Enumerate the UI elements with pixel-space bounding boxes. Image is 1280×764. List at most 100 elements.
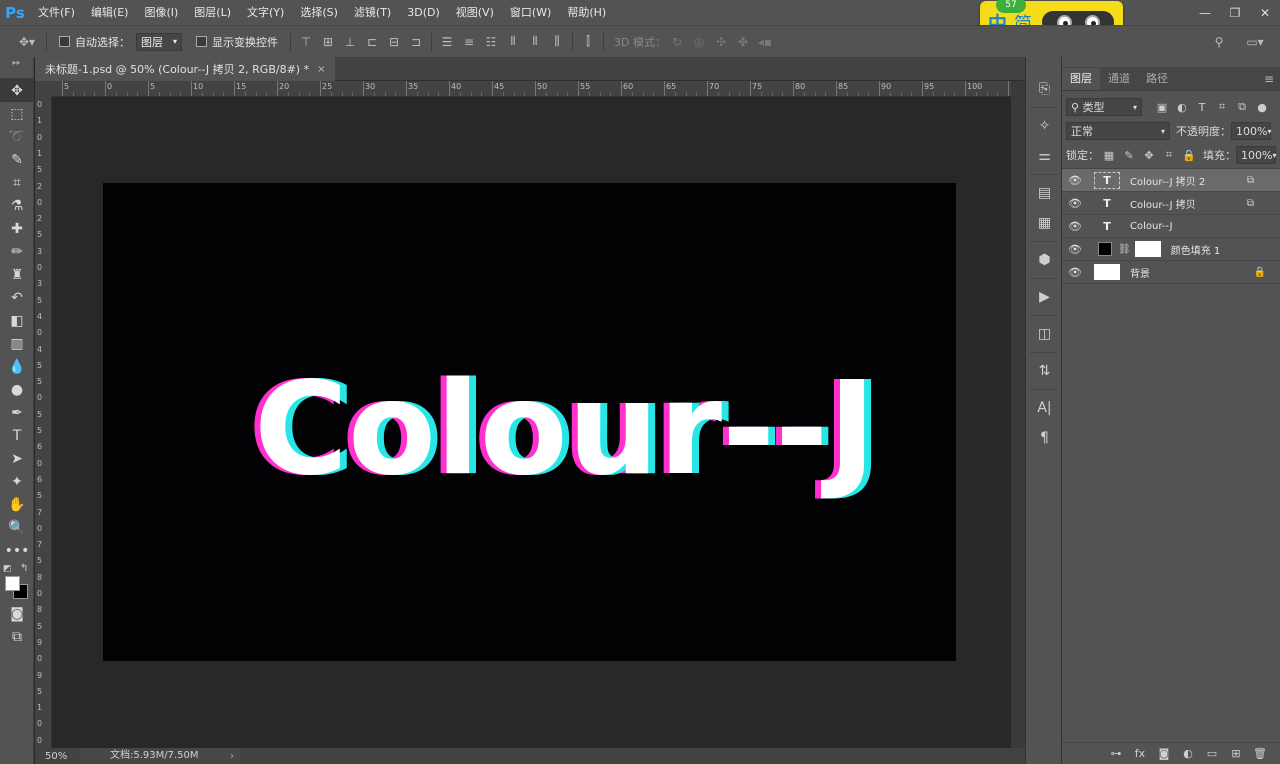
layer-row[interactable]: 👁 背景 🔒 <box>1062 261 1280 284</box>
move-tool-icon[interactable]: ✥ <box>0 79 34 102</box>
minimize-button[interactable]: — <box>1190 0 1220 25</box>
layer-name[interactable]: 背景 <box>1130 265 1150 280</box>
vertical-ruler[interactable]: 0 1 0 1 5 2 0 2 5 3 0 3 5 4 0 4 5 5 0 5 5 6 0 6 5 7 0 7 5 8 0 8 5 9 0 9 5 1 0 0 <box>35 97 52 748</box>
distribute-left-icon[interactable]: ⫴ <box>502 32 524 52</box>
auto-align-icon[interactable]: ⫿ <box>577 32 599 52</box>
gradient-tool-icon[interactable]: ▥ <box>0 332 34 355</box>
adjustment-icon[interactable]: ◐ <box>1176 747 1200 760</box>
panel-menu-icon[interactable]: ≡ <box>1264 72 1274 86</box>
3d-drag-icon[interactable]: ✣ <box>710 32 732 52</box>
eyedropper-tool-icon[interactable]: ⚗ <box>0 194 34 217</box>
visibility-eye-icon[interactable]: 👁 <box>1062 220 1088 233</box>
menu-layer[interactable]: 图层(L) <box>186 0 239 25</box>
layer-name[interactable]: Colour--J <box>1130 221 1173 232</box>
fx-icon[interactable]: fx <box>1128 747 1152 760</box>
auto-select-checkbox[interactable] <box>59 36 70 47</box>
visibility-eye-icon[interactable]: 👁 <box>1062 197 1088 210</box>
type-tool-icon[interactable]: T <box>0 424 34 447</box>
distribute-hcenter-icon[interactable]: ⦀ <box>524 32 546 52</box>
layer-row[interactable]: 👁 ⛓ 颜色填充 1 <box>1062 238 1280 261</box>
fill-field[interactable]: 100% ▾ <box>1236 146 1276 164</box>
history-panel-icon[interactable]: ⎘ <box>1026 77 1063 101</box>
menu-type[interactable]: 文字(Y) <box>239 0 292 25</box>
zoom-tool-icon[interactable]: 🔍 <box>0 516 34 539</box>
swap-colors-icon[interactable]: ↰ <box>20 563 28 574</box>
brush-tool-icon[interactable]: ✏ <box>0 240 34 263</box>
pen-tool-icon[interactable]: ✒ <box>0 401 34 424</box>
visibility-eye-icon[interactable]: 👁 <box>1062 266 1088 279</box>
filter-smart-object-icon[interactable]: ⧉ <box>1232 98 1252 116</box>
menu-image[interactable]: 图像(I) <box>136 0 186 25</box>
brush-settings-icon[interactable]: ✧ <box>1026 114 1063 138</box>
layer-name[interactable]: Colour--J 拷贝 2 <box>1130 173 1205 188</box>
menu-window[interactable]: 窗口(W) <box>502 0 559 25</box>
align-right-icon[interactable]: ⊐ <box>405 32 427 52</box>
visibility-eye-icon[interactable]: 👁 <box>1062 174 1088 187</box>
ruler-origin[interactable] <box>35 81 52 97</box>
filter-type-icon[interactable]: T <box>1192 98 1212 116</box>
new-layer-icon[interactable]: ⊞ <box>1224 747 1248 760</box>
layer-mask-thumbnail[interactable] <box>1134 241 1161 257</box>
tab-paths[interactable]: 路径 <box>1138 68 1176 90</box>
layer-row[interactable]: 👁 T Colour--J 拷贝 2 ⧉ <box>1062 169 1280 192</box>
link-chain-icon[interactable]: ⛓ <box>1118 244 1131 255</box>
close-window-button[interactable]: ✕ <box>1250 0 1280 25</box>
status-menu-arrow-icon[interactable]: › <box>230 751 234 762</box>
restore-button[interactable]: ❐ <box>1220 0 1250 25</box>
paragraph-panel-icon[interactable]: ¶ <box>1026 426 1063 450</box>
lock-position-icon[interactable]: ✥ <box>1139 146 1159 164</box>
link-icon[interactable]: ⊶ <box>1104 747 1128 760</box>
foreground-color-swatch[interactable] <box>5 576 20 591</box>
mask-icon[interactable]: ◙ <box>1152 747 1176 760</box>
horizontal-ruler[interactable]: 5 0 5 10 15 20 25 30 35 40 45 50 55 60 65 70 75 80 85 90 95 1… <box>52 81 1011 97</box>
dodge-tool-icon[interactable]: ● <box>0 378 34 401</box>
auto-select-dropdown[interactable]: 图层 ▾ <box>136 32 182 51</box>
lasso-tool-icon[interactable]: ➰ <box>0 125 34 148</box>
distribute-top-icon[interactable]: ☰ <box>436 32 458 52</box>
menu-edit[interactable]: 编辑(E) <box>83 0 137 25</box>
distribute-bottom-icon[interactable]: ☷ <box>480 32 502 52</box>
blur-tool-icon[interactable]: 💧 <box>0 355 34 378</box>
3d-roll-icon[interactable]: ◎ <box>688 32 710 52</box>
3d-slide-icon[interactable]: ✤ <box>732 32 754 52</box>
custom-shape-tool-icon[interactable]: ✦ <box>0 470 34 493</box>
layer-filter-dropdown[interactable]: ⚲ 类型 ▾ <box>1066 98 1142 116</box>
align-left-icon[interactable]: ⊏ <box>361 32 383 52</box>
lock-transparent-icon[interactable]: ▦ <box>1099 146 1119 164</box>
libraries-panel-icon[interactable]: ◫ <box>1026 322 1063 346</box>
blend-mode-dropdown[interactable]: 正常 ▾ <box>1066 122 1170 140</box>
document-tab[interactable]: 未标题-1.psd @ 50% (Colour--J 拷贝 2, RGB/8#)… <box>35 57 336 81</box>
filter-toggle-icon[interactable]: ● <box>1252 98 1272 116</box>
show-transform-checkbox[interactable] <box>196 36 207 47</box>
actions-panel-icon[interactable]: ▶ <box>1026 285 1063 309</box>
align-vcenter-icon[interactable]: ⊞ <box>317 32 339 52</box>
group-icon[interactable]: ▭ <box>1200 747 1224 760</box>
distribute-right-icon[interactable]: ⫼ <box>546 32 568 52</box>
workspace-switcher-icon[interactable]: ▭▾ <box>1240 32 1270 52</box>
properties-panel-icon[interactable]: ▤ <box>1026 181 1063 205</box>
visibility-eye-icon[interactable]: 👁 <box>1062 243 1088 256</box>
layer-name[interactable]: 颜色填充 1 <box>1171 242 1221 257</box>
adjustments-panel-icon[interactable]: ⚌ <box>1026 144 1063 168</box>
menu-view[interactable]: 视图(V) <box>448 0 502 25</box>
marquee-tool-icon[interactable]: ⬚ <box>0 102 34 125</box>
hand-tool-icon[interactable]: ✋ <box>0 493 34 516</box>
filter-shape-icon[interactable]: ⌗ <box>1212 98 1232 116</box>
lock-artboard-icon[interactable]: ⌗ <box>1159 146 1179 164</box>
distribute-vcenter-icon[interactable]: ≡ <box>458 32 480 52</box>
menu-file[interactable]: 文件(F) <box>30 0 83 25</box>
menu-help[interactable]: 帮助(H) <box>559 0 614 25</box>
canvas-workspace[interactable]: Colour--J Colour--J Colour--J <box>52 97 1011 748</box>
fill-color-thumbnail[interactable] <box>1098 242 1112 256</box>
quick-select-tool-icon[interactable]: ✎ <box>0 148 34 171</box>
tools-panel-collapse-icon[interactable]: ▸▸ <box>0 57 33 79</box>
info-panel-icon[interactable]: ▦ <box>1026 211 1063 235</box>
path-select-tool-icon[interactable]: ➤ <box>0 447 34 470</box>
crop-tool-icon[interactable]: ⌗ <box>0 171 34 194</box>
3d-rotate-icon[interactable]: ↻ <box>666 32 688 52</box>
align-hcenter-icon[interactable]: ⊟ <box>383 32 405 52</box>
3d-panel-icon[interactable]: ⬢ <box>1026 248 1063 272</box>
menu-select[interactable]: 选择(S) <box>292 0 346 25</box>
healing-brush-tool-icon[interactable]: ✚ <box>0 217 34 240</box>
clone-stamp-tool-icon[interactable]: ♜ <box>0 263 34 286</box>
